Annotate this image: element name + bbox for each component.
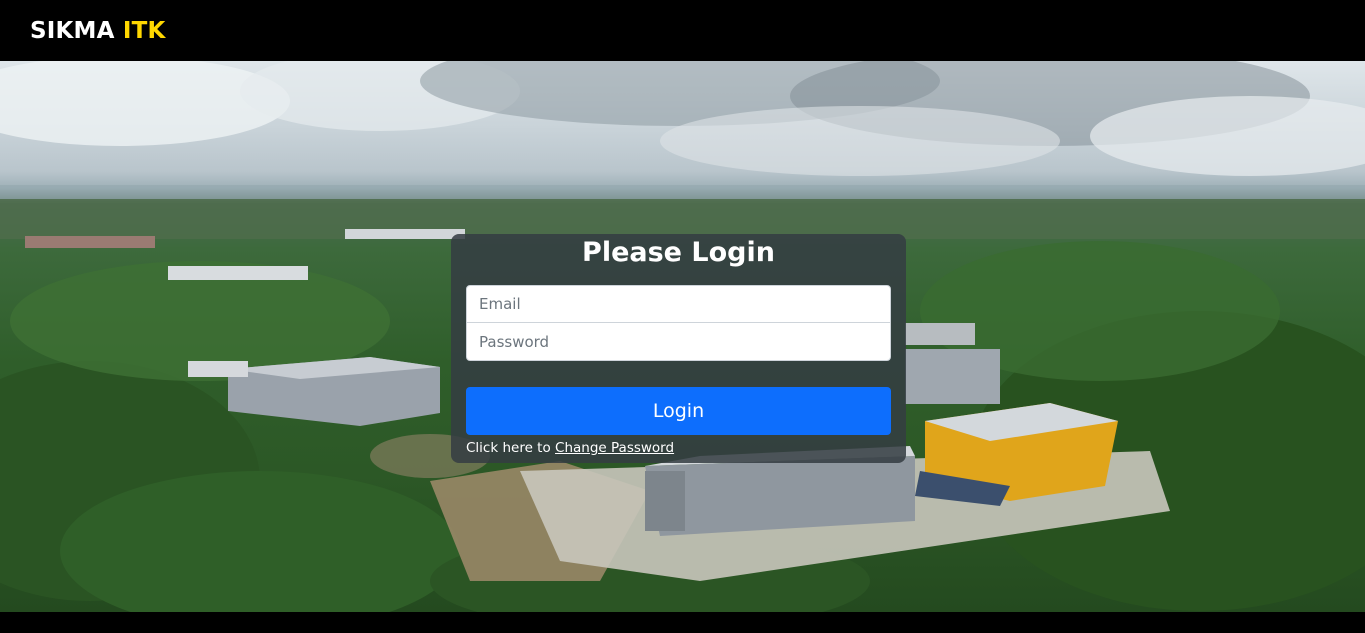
password-field[interactable] [466, 323, 891, 361]
change-password-link[interactable]: Change Password [555, 440, 674, 456]
change-password-helper: Click here to Change Password [466, 440, 891, 456]
email-field[interactable] [466, 285, 891, 323]
bottom-strip [0, 612, 1365, 633]
login-card: Please Login Login Click here to Change … [451, 234, 906, 463]
login-button[interactable]: Login [466, 387, 891, 435]
brand-text-itk: ITK [122, 17, 166, 44]
brand-text-sikma: SIKMA [30, 17, 115, 44]
login-title: Please Login [582, 237, 775, 268]
helper-prefix-text: Click here to [466, 440, 551, 456]
top-navbar: SIKMA ITK [0, 0, 1365, 61]
brand-logo[interactable]: SIKMA ITK [30, 18, 166, 44]
